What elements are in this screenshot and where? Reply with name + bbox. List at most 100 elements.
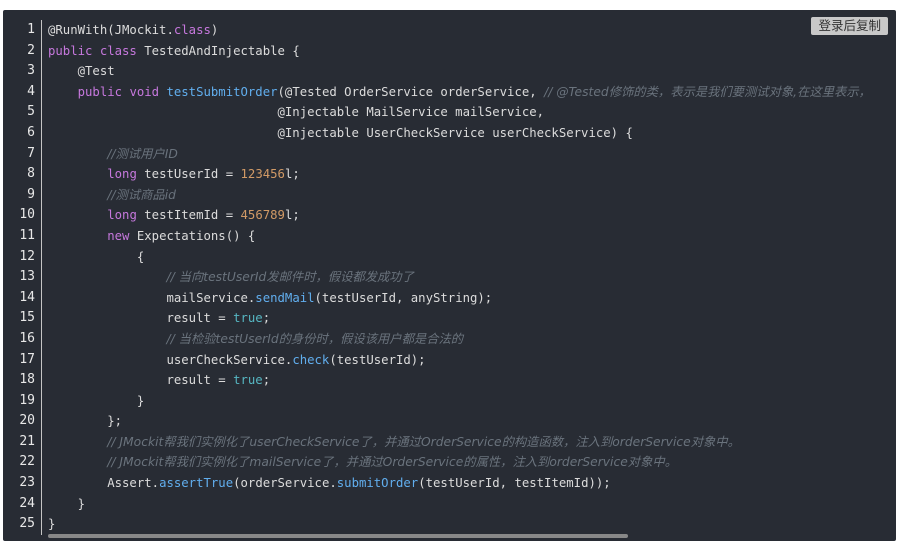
code-token-plain: } bbox=[48, 517, 56, 532]
code-token-num: 123456 bbox=[240, 167, 285, 182]
login-to-copy-button[interactable]: 登录后复制 bbox=[811, 17, 888, 35]
code-token-plain: result bbox=[48, 373, 219, 388]
code-token-kw: public class bbox=[48, 43, 145, 58]
line-number: 11 bbox=[19, 227, 35, 243]
code-line: @RunWith(JMockit.class) bbox=[48, 20, 886, 41]
code-line: //测试商品id bbox=[48, 185, 886, 206]
code-token-lit: true bbox=[233, 311, 263, 326]
horizontal-scrollbar[interactable] bbox=[48, 534, 628, 538]
code-token-cmt: // JMockit帮我们实例化了mailService了，并通过OrderSe… bbox=[107, 455, 677, 470]
code-line: Assert.assertTrue(orderService.submitOrd… bbox=[48, 473, 886, 494]
code-line: new Expectations() { bbox=[48, 226, 886, 247]
line-number: 19 bbox=[19, 392, 35, 408]
code-token-plain: mailService. bbox=[48, 290, 256, 305]
code-token-plain: testItemId bbox=[144, 208, 226, 223]
code-line: result = true; bbox=[48, 370, 886, 391]
code-token-plain: } bbox=[48, 496, 86, 511]
code-lines: @RunWith(JMockit.class) public class Test… bbox=[48, 20, 886, 535]
line-number: 17 bbox=[19, 351, 35, 367]
code-token-kw: long bbox=[107, 208, 145, 223]
code-token-kw: public void bbox=[77, 84, 167, 99]
code-line: public class TestedAndInjectable { bbox=[48, 41, 886, 62]
code-line: mailService.sendMail(testUserId, anyStri… bbox=[48, 288, 886, 309]
line-number: 5 bbox=[27, 104, 35, 120]
line-number: 2 bbox=[27, 42, 35, 58]
code-token-kw: class bbox=[173, 23, 211, 37]
code-token-plain: userCheckService. bbox=[48, 352, 293, 367]
line-number: 13 bbox=[19, 269, 35, 285]
line-number: 24 bbox=[19, 495, 35, 511]
code-token-plain: @Injectable UserCheckService userCheckSe… bbox=[48, 125, 633, 140]
code-token-op: = bbox=[225, 167, 241, 182]
code-token-cmt: //测试商品id bbox=[107, 187, 176, 202]
code-token-cmt: // JMockit帮我们实例化了userCheckService了，并通过Or… bbox=[107, 434, 740, 449]
line-number: 14 bbox=[19, 289, 35, 305]
code-token-fn: sendMail bbox=[255, 290, 315, 305]
code-line: } bbox=[48, 494, 886, 515]
line-number: 22 bbox=[19, 454, 35, 470]
code-token-kw: new bbox=[107, 228, 137, 243]
line-number: 21 bbox=[19, 433, 35, 449]
code-line: public void testSubmitOrder(@Tested Orde… bbox=[48, 82, 886, 103]
code-line: userCheckService.check(testUserId); bbox=[48, 350, 886, 371]
line-number: 3 bbox=[27, 63, 35, 79]
code-token-plain: (testUserId); bbox=[329, 352, 426, 367]
code-token-plain: (orderService. bbox=[233, 476, 337, 491]
code-line: result = true; bbox=[48, 308, 886, 329]
code-token-fn: testSubmitOrder bbox=[166, 84, 278, 99]
code-token-plain: (testUserId, testItemId)); bbox=[418, 476, 611, 491]
line-number: 6 bbox=[27, 124, 35, 140]
line-number: 25 bbox=[19, 516, 35, 532]
code-line: }; bbox=[48, 411, 886, 432]
code-line: } bbox=[48, 391, 886, 412]
line-number: 20 bbox=[19, 413, 35, 429]
code-token-plain: Assert. bbox=[48, 476, 160, 491]
code-token-plain: l; bbox=[284, 167, 300, 182]
code-token-cmt: // 当向testUserId发邮件时，假设都发成功了 bbox=[166, 270, 414, 285]
code-token-plain: TestedAndInjectable { bbox=[144, 43, 300, 58]
code-token-plain: { bbox=[48, 249, 145, 264]
code-token-plain: @Injectable MailService mailService, bbox=[48, 105, 545, 120]
line-number: 9 bbox=[27, 186, 35, 202]
line-number: 1 bbox=[27, 22, 35, 37]
code-line: } bbox=[48, 514, 886, 535]
code-token-plain: ; bbox=[262, 373, 271, 388]
code-line: long testUserId = 123456l; bbox=[48, 164, 886, 185]
code-token-cmt: //测试用户ID bbox=[107, 146, 178, 161]
code-token-num: 456789 bbox=[240, 208, 285, 223]
code-token-ann: @RunWith(JMockit. bbox=[48, 23, 174, 37]
line-number: 10 bbox=[19, 207, 35, 223]
code-token-plain: testUserId bbox=[144, 167, 226, 182]
code-block: 1 2 3 4 5 6 7 8 9 10 11 12 13 14 15 16 17 18 19 20 21 22 23 24 2… bbox=[3, 10, 896, 541]
code-token-plain: } bbox=[48, 393, 145, 408]
code-line: @Test bbox=[48, 61, 886, 82]
code-token-lit: true bbox=[233, 373, 263, 388]
line-number: 8 bbox=[27, 166, 35, 182]
line-number-gutter: 1 2 3 4 5 6 7 8 9 10 11 12 13 14 15 16 17 18 19 20 21 22 23 24 2… bbox=[3, 20, 42, 535]
code-line: long testItemId = 456789l; bbox=[48, 205, 886, 226]
line-number: 23 bbox=[19, 475, 35, 491]
line-number: 12 bbox=[19, 248, 35, 264]
code-line: @Injectable UserCheckService userCheckSe… bbox=[48, 123, 886, 144]
code-token-kw: long bbox=[107, 167, 145, 182]
line-number: 18 bbox=[19, 372, 35, 388]
code-token-fn: assertTrue bbox=[159, 476, 234, 491]
code-token-plain: }; bbox=[48, 414, 123, 429]
code-token-cmt: // 当检验testUserId的身份时，假设该用户都是合法的 bbox=[166, 331, 464, 346]
code-line: // 当向testUserId发邮件时，假设都发成功了 bbox=[48, 267, 886, 288]
line-number: 7 bbox=[27, 145, 35, 161]
code-token-plain: (testUserId, anyString); bbox=[314, 290, 493, 305]
code-token-plain: result bbox=[48, 311, 219, 326]
code-line: //测试用户ID bbox=[48, 144, 886, 165]
code-line: // JMockit帮我们实例化了userCheckService了，并通过Or… bbox=[48, 432, 886, 453]
code-token-cmt: // @Tested修饰的类，表示是我们要测试对象,在这里表示， bbox=[544, 84, 871, 99]
code-token-op: = bbox=[218, 373, 234, 388]
